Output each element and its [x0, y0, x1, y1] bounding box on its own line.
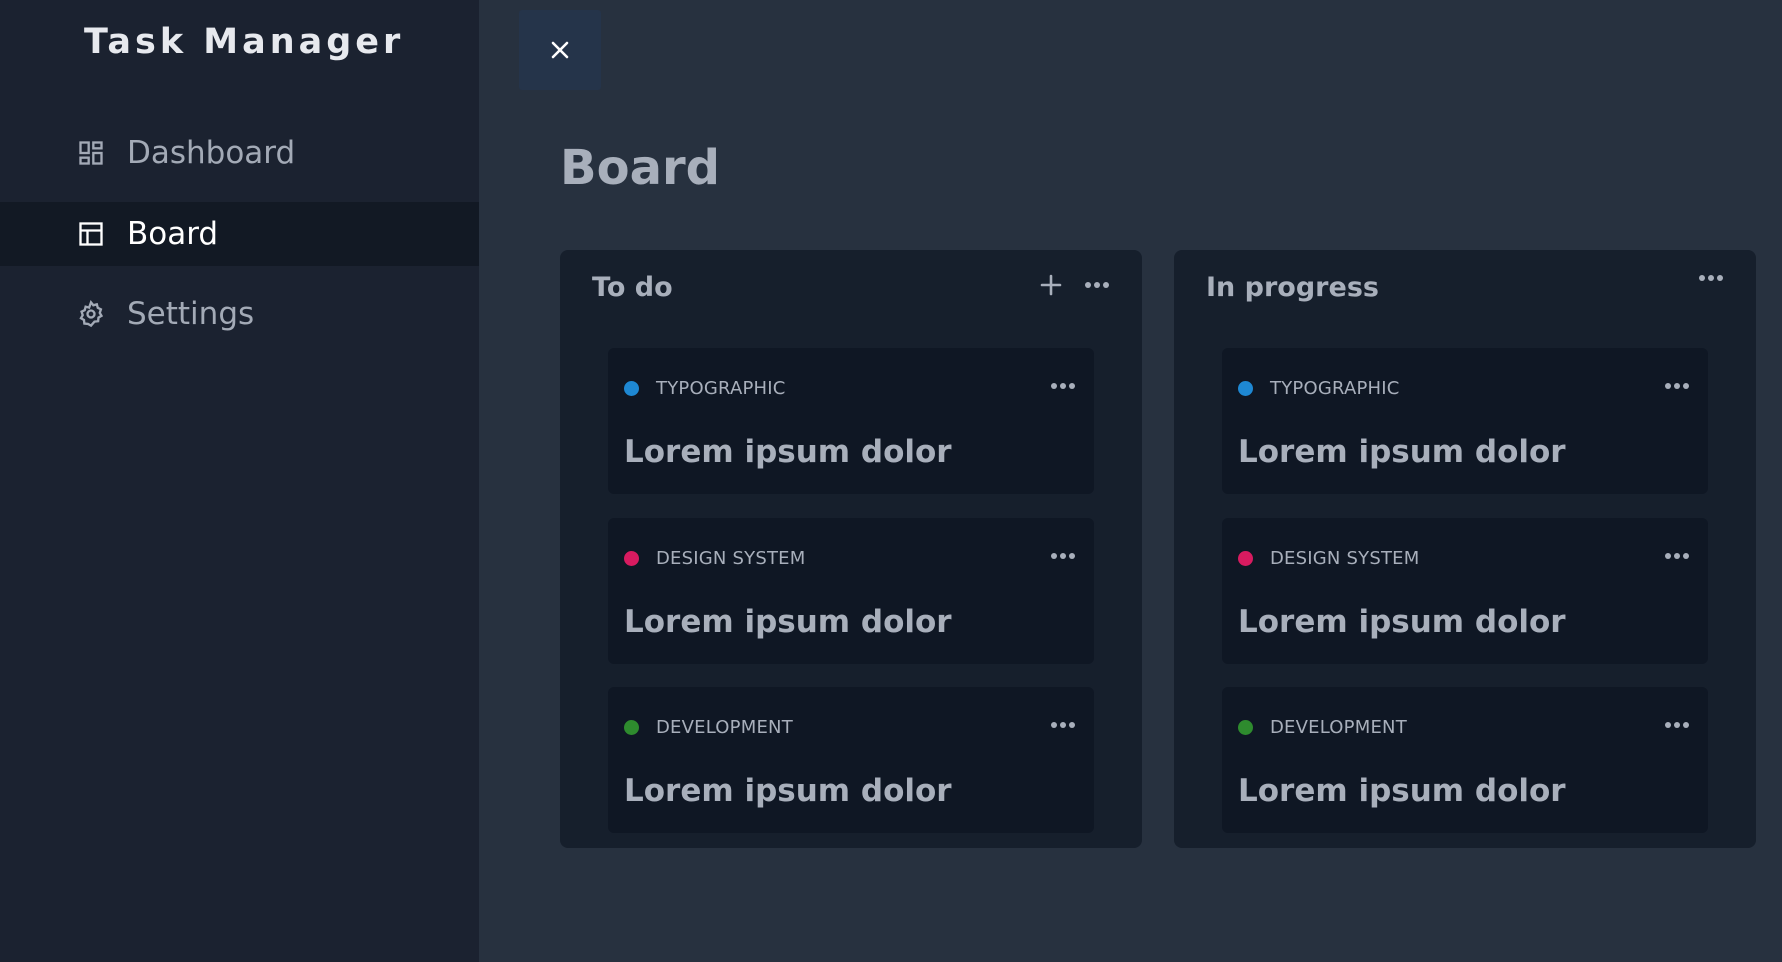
sidebar-item-dashboard[interactable]: Dashboard — [0, 121, 479, 185]
tag-dot — [1238, 720, 1253, 735]
tag-label: TYPOGRAPHIC — [1270, 378, 1400, 399]
more-icon[interactable] — [1050, 382, 1076, 390]
plus-icon[interactable] — [1040, 274, 1062, 296]
app-title: Task Manager — [84, 22, 405, 62]
column-todo: To do TYPOGRAPHIC Lorem ipsum dolor DESI… — [560, 250, 1142, 848]
more-icon[interactable] — [1664, 721, 1690, 729]
sidebar-item-label: Dashboard — [127, 135, 296, 171]
sidebar-item-label: Board — [127, 216, 219, 252]
column-in-progress: In progress TYPOGRAPHIC Lorem ipsum dolo… — [1174, 250, 1756, 848]
more-icon[interactable] — [1050, 721, 1076, 729]
sidebar-item-settings[interactable]: Settings — [0, 282, 479, 346]
app-root: Task Manager Dashboard Board Settings Bo… — [0, 0, 1782, 962]
task-card[interactable]: DEVELOPMENT Lorem ipsum dolor — [1222, 687, 1708, 833]
column-title: In progress — [1206, 272, 1379, 303]
task-card[interactable]: DESIGN SYSTEM Lorem ipsum dolor — [608, 518, 1094, 664]
card-title: Lorem ipsum dolor — [1238, 604, 1566, 640]
more-icon[interactable] — [1664, 382, 1690, 390]
card-tag: DESIGN SYSTEM — [1238, 548, 1419, 569]
sidebar-item-board[interactable]: Board — [0, 202, 479, 266]
tag-label: TYPOGRAPHIC — [656, 378, 786, 399]
tag-dot — [624, 381, 639, 396]
card-title: Lorem ipsum dolor — [624, 434, 952, 470]
gear-icon — [77, 300, 105, 328]
tag-label: DESIGN SYSTEM — [656, 548, 806, 569]
card-tag: TYPOGRAPHIC — [624, 378, 786, 399]
more-icon[interactable] — [1698, 274, 1724, 282]
close-button[interactable] — [519, 10, 601, 90]
column-title: To do — [592, 272, 673, 303]
card-tag: TYPOGRAPHIC — [1238, 378, 1400, 399]
sidebar-item-label: Settings — [127, 296, 255, 332]
task-card[interactable]: DEVELOPMENT Lorem ipsum dolor — [608, 687, 1094, 833]
tag-label: DEVELOPMENT — [1270, 717, 1407, 738]
card-title: Lorem ipsum dolor — [624, 604, 952, 640]
page-title: Board — [560, 140, 720, 196]
card-title: Lorem ipsum dolor — [1238, 773, 1566, 809]
card-tag: DESIGN SYSTEM — [624, 548, 805, 569]
card-tag: DEVELOPMENT — [1238, 717, 1407, 738]
close-icon — [550, 40, 570, 60]
tag-label: DEVELOPMENT — [656, 717, 793, 738]
tag-label: DESIGN SYSTEM — [1270, 548, 1420, 569]
task-card[interactable]: TYPOGRAPHIC Lorem ipsum dolor — [608, 348, 1094, 494]
sidebar: Task Manager Dashboard Board Settings — [0, 0, 479, 962]
tag-dot — [1238, 551, 1253, 566]
task-card[interactable]: DESIGN SYSTEM Lorem ipsum dolor — [1222, 518, 1708, 664]
task-card[interactable]: TYPOGRAPHIC Lorem ipsum dolor — [1222, 348, 1708, 494]
dashboard-icon — [77, 139, 105, 167]
more-icon[interactable] — [1664, 552, 1690, 560]
card-tag: DEVELOPMENT — [624, 717, 793, 738]
column-actions — [1698, 274, 1724, 282]
board-icon — [77, 220, 105, 248]
card-title: Lorem ipsum dolor — [624, 773, 952, 809]
tag-dot — [624, 720, 639, 735]
tag-dot — [624, 551, 639, 566]
tag-dot — [1238, 381, 1253, 396]
column-actions — [1040, 274, 1110, 296]
card-title: Lorem ipsum dolor — [1238, 434, 1566, 470]
more-icon[interactable] — [1050, 552, 1076, 560]
more-icon[interactable] — [1084, 281, 1110, 289]
